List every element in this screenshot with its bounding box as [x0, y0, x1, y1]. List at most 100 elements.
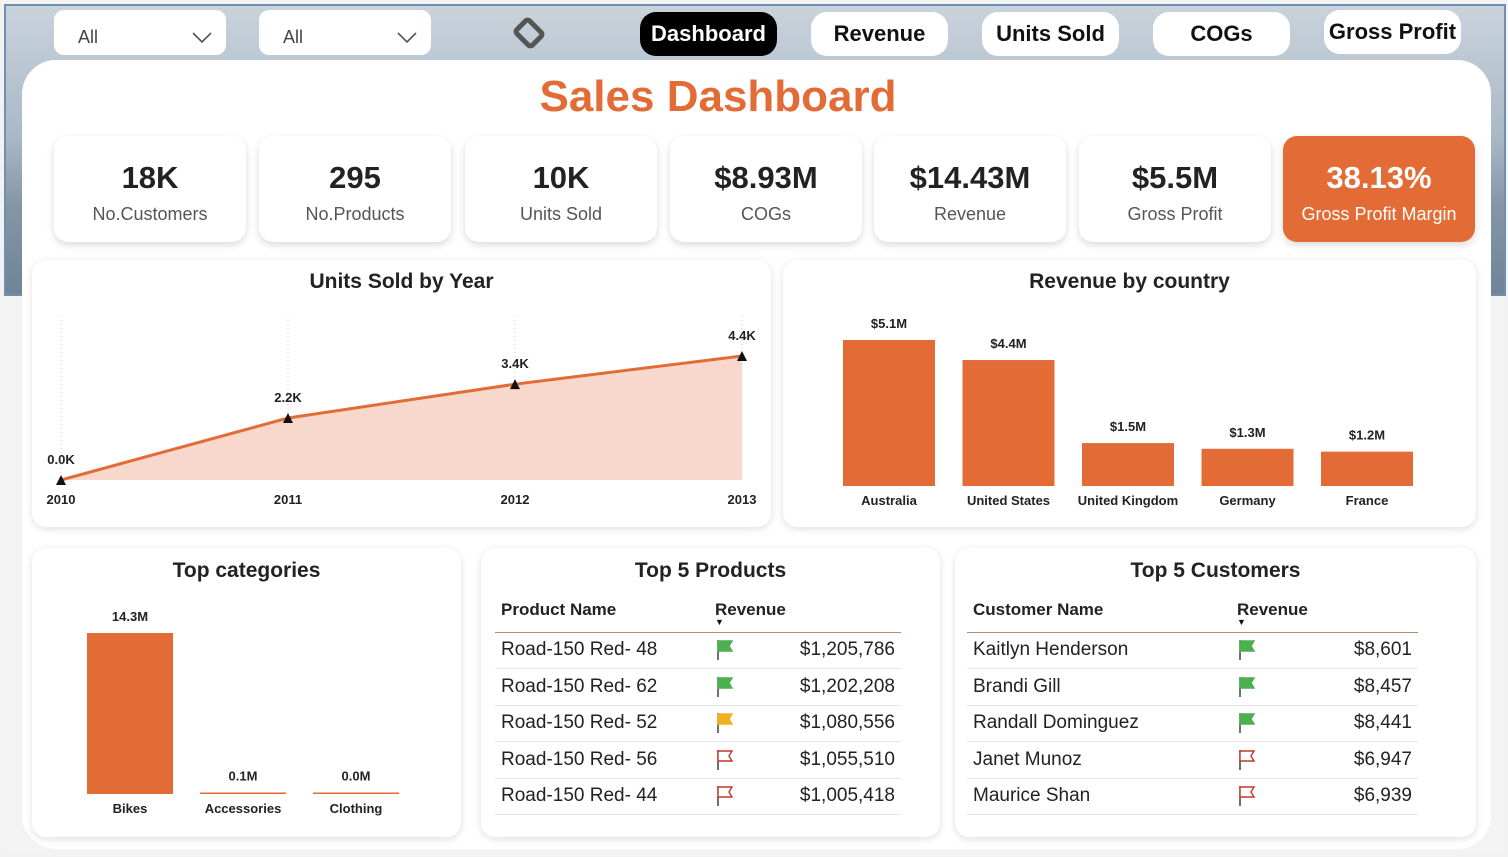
- reset-filters-icon[interactable]: [510, 14, 548, 52]
- top-customers-panel: Top 5 Customers Customer Name Revenue ▼ …: [955, 548, 1476, 837]
- x-tick-label: Bikes: [113, 801, 148, 816]
- x-tick-label: 2010: [47, 492, 76, 507]
- nav-cogs-button[interactable]: COGs: [1153, 12, 1290, 56]
- status-flag: [715, 632, 755, 669]
- kpi-units-sold: 10K Units Sold: [465, 136, 657, 242]
- status-flag: [715, 778, 755, 815]
- row-name: Maurice Shan: [967, 778, 1237, 815]
- column-header-label: Revenue: [715, 599, 786, 619]
- filter-dropdown-2-value: All: [283, 27, 304, 47]
- table-row[interactable]: Road-150 Red- 62 $1,202,208: [495, 668, 901, 706]
- kpi-value: 18K: [121, 160, 179, 195]
- data-label: $1.3M: [1229, 425, 1265, 440]
- row-revenue: $1,005,418: [755, 778, 901, 815]
- table-title: Top 5 Products: [634, 559, 787, 582]
- nav-units-sold-button[interactable]: Units Sold: [982, 12, 1119, 56]
- status-flag: [1237, 705, 1277, 742]
- nav-dashboard-button[interactable]: Dashboard: [640, 12, 777, 56]
- revenue-by-country-bar-chart: $5.1M Australia $4.4M United States $1.5M Uni…: [843, 316, 1413, 508]
- table-row[interactable]: Road-150 Red- 44 $1,005,418: [495, 778, 901, 815]
- red-flag-icon: [1239, 786, 1256, 807]
- bar: [1082, 443, 1174, 486]
- row-name: Kaitlyn Henderson: [967, 632, 1237, 669]
- status-flag: [1237, 668, 1277, 706]
- column-header-label: Revenue: [1237, 599, 1308, 619]
- units-sold-line-chart: 0.0K 2010 2.2K 2011 3.4K 2012 4.4K 2013: [47, 316, 757, 507]
- green-flag-icon: [1239, 713, 1256, 734]
- row-name: Road-150 Red- 56: [495, 741, 715, 779]
- units-sold-by-year-panel: Units Sold by Year 0.0K 2010 2.2K 2011 3.4K 2…: [32, 260, 771, 527]
- kpi-gross-profit: $5.5M Gross Profit: [1079, 136, 1271, 242]
- filter-dropdown-2[interactable]: All: [259, 10, 431, 55]
- nav-gross-profit-button[interactable]: Gross Profit: [1324, 10, 1461, 54]
- kpi-label: No.Products: [305, 204, 405, 224]
- table-row[interactable]: Janet Munoz $6,947: [967, 741, 1418, 779]
- table-row[interactable]: Road-150 Red- 52 $1,080,556: [495, 705, 901, 742]
- bar: [87, 633, 173, 794]
- kpi-value: $5.5M: [1131, 160, 1219, 195]
- row-name: Janet Munoz: [967, 741, 1237, 779]
- data-label: 0.1M: [229, 769, 258, 784]
- table-row[interactable]: Randall Dominguez $8,441: [967, 705, 1418, 742]
- chevron-down-icon: [397, 31, 417, 43]
- column-header-revenue[interactable]: Revenue ▼: [1237, 588, 1418, 633]
- bar: [1321, 451, 1413, 486]
- x-tick-label: 2013: [728, 492, 757, 507]
- data-label: $5.1M: [871, 316, 907, 331]
- sort-descending-icon: ▼: [715, 616, 724, 627]
- row-name: Road-150 Red- 44: [495, 778, 715, 815]
- status-flag: [715, 705, 755, 742]
- chevron-down-icon: [192, 31, 212, 43]
- x-tick-label: United Kingdom: [1078, 493, 1178, 508]
- bar: [962, 360, 1055, 486]
- x-tick-label: Clothing: [330, 801, 383, 816]
- area-fill: [61, 356, 742, 480]
- kpi-label: Gross Profit Margin: [1301, 204, 1457, 224]
- kpi-revenue: $14.43M Revenue: [874, 136, 1066, 242]
- table-row[interactable]: Road-150 Red- 48 $1,205,786: [495, 632, 901, 669]
- status-flag: [715, 741, 755, 779]
- x-tick-label: United States: [967, 493, 1050, 508]
- top-categories-bar-chart: 14.3M Bikes 0.1M Accessories 0.0M Clothing: [87, 609, 399, 816]
- kpi-label: Revenue: [933, 204, 1007, 224]
- status-flag: [1237, 778, 1277, 815]
- filter-dropdown-1[interactable]: All: [54, 10, 226, 55]
- kpi-gross-profit-margin: 38.13% Gross Profit Margin: [1283, 136, 1475, 242]
- x-tick-label: 2011: [274, 492, 302, 507]
- data-label: 2.2K: [274, 390, 302, 405]
- table-row[interactable]: Road-150 Red- 56 $1,055,510: [495, 741, 901, 779]
- column-header-customer-name[interactable]: Customer Name: [967, 588, 1237, 633]
- row-revenue: $8,601: [1277, 632, 1418, 669]
- table-row[interactable]: Kaitlyn Henderson $8,601: [967, 632, 1418, 669]
- top-products-table: Product Name Revenue ▼ Road-150 Red- 48 $…: [495, 588, 901, 815]
- row-revenue: $1,080,556: [755, 705, 901, 742]
- top-categories-panel: Top categories 14.3M Bikes 0.1M Accessories…: [32, 548, 461, 837]
- nav-revenue-button[interactable]: Revenue: [811, 12, 948, 56]
- row-revenue: $1,202,208: [755, 668, 901, 706]
- column-header-product-name[interactable]: Product Name: [495, 588, 715, 633]
- row-revenue: $1,055,510: [755, 741, 901, 779]
- page-title: Sales Dashboard: [539, 72, 897, 121]
- row-revenue: $8,441: [1277, 705, 1418, 742]
- data-label: $1.2M: [1349, 428, 1385, 443]
- bar: [1201, 448, 1294, 486]
- red-flag-icon: [717, 786, 734, 807]
- green-flag-icon: [717, 640, 734, 661]
- table-row[interactable]: Maurice Shan $6,939: [967, 778, 1418, 815]
- kpi-value: $8.93M: [714, 160, 818, 195]
- x-tick-label: France: [1346, 493, 1389, 508]
- data-label: $1.5M: [1110, 419, 1146, 434]
- row-name: Road-150 Red- 62: [495, 668, 715, 706]
- status-flag: [1237, 741, 1277, 779]
- kpi-value: $14.43M: [909, 160, 1031, 195]
- column-header-revenue[interactable]: Revenue ▼: [715, 588, 901, 633]
- revenue-by-country-panel: Revenue by country $5.1M Australia $4.4M Un…: [783, 260, 1476, 527]
- kpi-label: Gross Profit: [1127, 204, 1223, 224]
- kpi-label: Units Sold: [519, 204, 603, 224]
- bar: [843, 340, 935, 486]
- row-revenue: $6,939: [1277, 778, 1418, 815]
- data-label: 14.3M: [112, 609, 148, 624]
- bar: [313, 792, 399, 794]
- kpi-products: 295 No.Products: [259, 136, 451, 242]
- table-row[interactable]: Brandi Gill $8,457: [967, 668, 1418, 706]
